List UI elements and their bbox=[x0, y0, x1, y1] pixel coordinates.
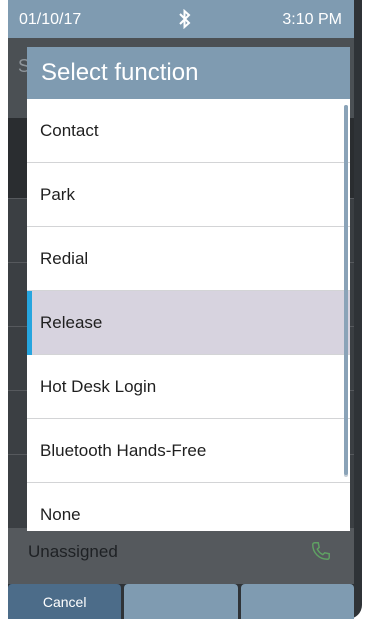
softkey-bar: Cancel bbox=[8, 584, 354, 619]
scrollbar-thumb[interactable] bbox=[344, 105, 348, 475]
list-item-label: Park bbox=[40, 185, 75, 204]
list-item-park[interactable]: Park bbox=[27, 163, 350, 227]
function-list: Contact Park Redial Release Hot Desk Log… bbox=[27, 99, 350, 531]
status-time: 3:10 PM bbox=[282, 11, 342, 28]
list-item-none[interactable]: None bbox=[27, 483, 350, 531]
list-item-hot-desk-login[interactable]: Hot Desk Login bbox=[27, 355, 350, 419]
list-item-label: None bbox=[40, 505, 81, 524]
scrollbar[interactable] bbox=[344, 105, 348, 477]
list-item-label: Bluetooth Hands-Free bbox=[40, 441, 207, 460]
list-item-label: Redial bbox=[40, 249, 89, 268]
list-item-label: Contact bbox=[40, 121, 99, 140]
softkey-2[interactable] bbox=[124, 584, 238, 619]
list-item-bluetooth-hands-free[interactable]: Bluetooth Hands-Free bbox=[27, 419, 350, 483]
line-key-label: Unassigned bbox=[28, 542, 118, 561]
list-item-label: Release bbox=[40, 313, 103, 332]
list-item-release[interactable]: Release bbox=[27, 291, 350, 355]
status-bar: 01/10/17 3:10 PM bbox=[8, 0, 354, 38]
phone-icon bbox=[312, 542, 330, 560]
dialog-header: Select function bbox=[27, 47, 350, 99]
list-item-contact[interactable]: Contact bbox=[27, 99, 350, 163]
status-date: 01/10/17 bbox=[19, 11, 82, 28]
selection-indicator bbox=[27, 291, 32, 355]
dialog-title: Select function bbox=[41, 59, 199, 86]
cancel-button[interactable]: Cancel bbox=[8, 584, 122, 619]
select-function-dialog: Select function Contact Park Redial Rele… bbox=[27, 47, 350, 531]
list-item-redial[interactable]: Redial bbox=[27, 227, 350, 291]
softkey-3[interactable] bbox=[240, 584, 354, 619]
list-item-label: Hot Desk Login bbox=[40, 377, 157, 396]
bluetooth-icon bbox=[179, 9, 191, 29]
